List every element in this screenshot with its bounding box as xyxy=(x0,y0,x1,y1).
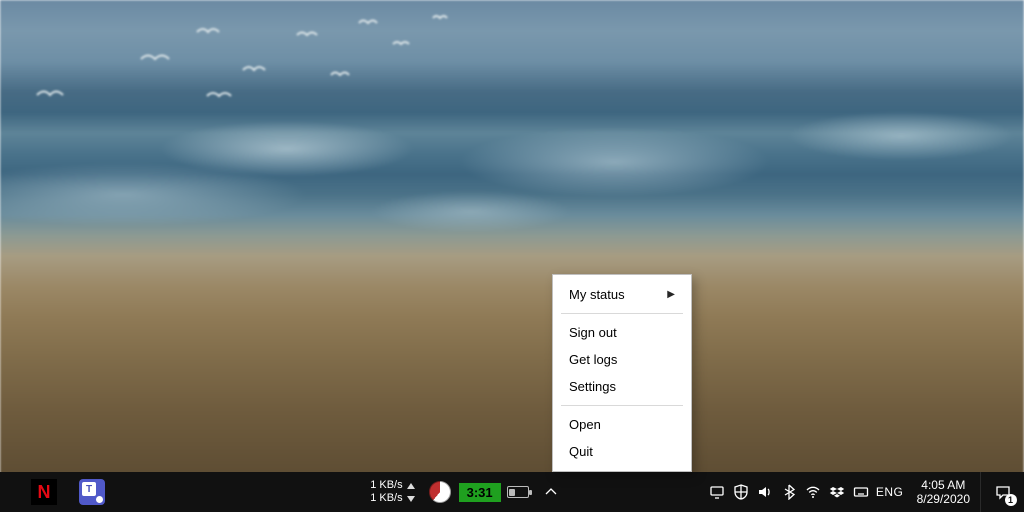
taskbar-app-teams[interactable] xyxy=(68,472,116,512)
tray-presentation-icon[interactable] xyxy=(705,472,729,512)
taskbar-app-netflix[interactable]: N xyxy=(20,472,68,512)
taskbar-clock[interactable]: 4:05 AM 8/29/2020 xyxy=(907,472,980,512)
menu-item-label: Sign out xyxy=(569,325,617,340)
upload-arrow-icon xyxy=(407,483,415,489)
net-speed-down: 1 KB/s xyxy=(370,492,402,505)
language-indicator[interactable]: ENG xyxy=(873,472,907,512)
download-arrow-icon xyxy=(407,496,415,502)
menu-item-quit[interactable]: Quit xyxy=(553,438,691,465)
teams-icon xyxy=(79,479,105,505)
taskbar: N 1 KB/s 1 KB/s 3:31 xyxy=(0,472,1024,512)
submenu-arrow-icon: ▶ xyxy=(667,289,675,300)
clock-time: 4:05 AM xyxy=(917,478,970,492)
menu-separator xyxy=(561,313,683,314)
menu-item-label: Settings xyxy=(569,379,616,394)
tray-security-icon[interactable] xyxy=(729,472,753,512)
menu-item-label: Quit xyxy=(569,444,593,459)
clock-date: 8/29/2020 xyxy=(917,492,970,506)
tray-keyboard-icon[interactable] xyxy=(849,472,873,512)
menu-item-open[interactable]: Open xyxy=(553,411,691,438)
desktop-wallpaper[interactable] xyxy=(0,0,1024,512)
battery-time-remaining: 3:31 xyxy=(459,483,501,502)
menu-item-settings[interactable]: Settings xyxy=(553,373,691,400)
menu-item-get-logs[interactable]: Get logs xyxy=(553,346,691,373)
language-label: ENG xyxy=(876,485,904,499)
battery-icon xyxy=(507,486,529,498)
disk-usage-pie-icon[interactable] xyxy=(429,481,451,503)
tray-overflow-button[interactable] xyxy=(537,472,565,512)
battery-widget[interactable]: 3:31 xyxy=(459,483,529,502)
menu-separator xyxy=(561,405,683,406)
tray-dropbox-icon[interactable] xyxy=(825,472,849,512)
menu-item-sign-out[interactable]: Sign out xyxy=(553,319,691,346)
tray-volume-icon[interactable] xyxy=(753,472,777,512)
wallpaper-birds xyxy=(0,0,1024,512)
menu-item-label: Get logs xyxy=(569,352,617,367)
menu-item-label: Open xyxy=(569,417,601,432)
notification-badge: 1 xyxy=(1005,494,1017,506)
tray-wifi-icon[interactable] xyxy=(801,472,825,512)
net-speed-up: 1 KB/s xyxy=(370,479,402,492)
network-speed-indicator[interactable]: 1 KB/s 1 KB/s xyxy=(370,479,420,505)
menu-item-label: My status xyxy=(569,287,625,302)
action-center-button[interactable]: 1 xyxy=(980,472,1024,512)
netflix-icon: N xyxy=(31,479,57,505)
chevron-up-icon xyxy=(543,484,559,500)
system-tray: ENG 4:05 AM 8/29/2020 1 xyxy=(705,472,1024,512)
tray-bluetooth-icon[interactable] xyxy=(777,472,801,512)
menu-item-my-status[interactable]: My status ▶ xyxy=(553,281,691,308)
teams-tray-context-menu: My status ▶ Sign out Get logs Settings O… xyxy=(552,274,692,472)
